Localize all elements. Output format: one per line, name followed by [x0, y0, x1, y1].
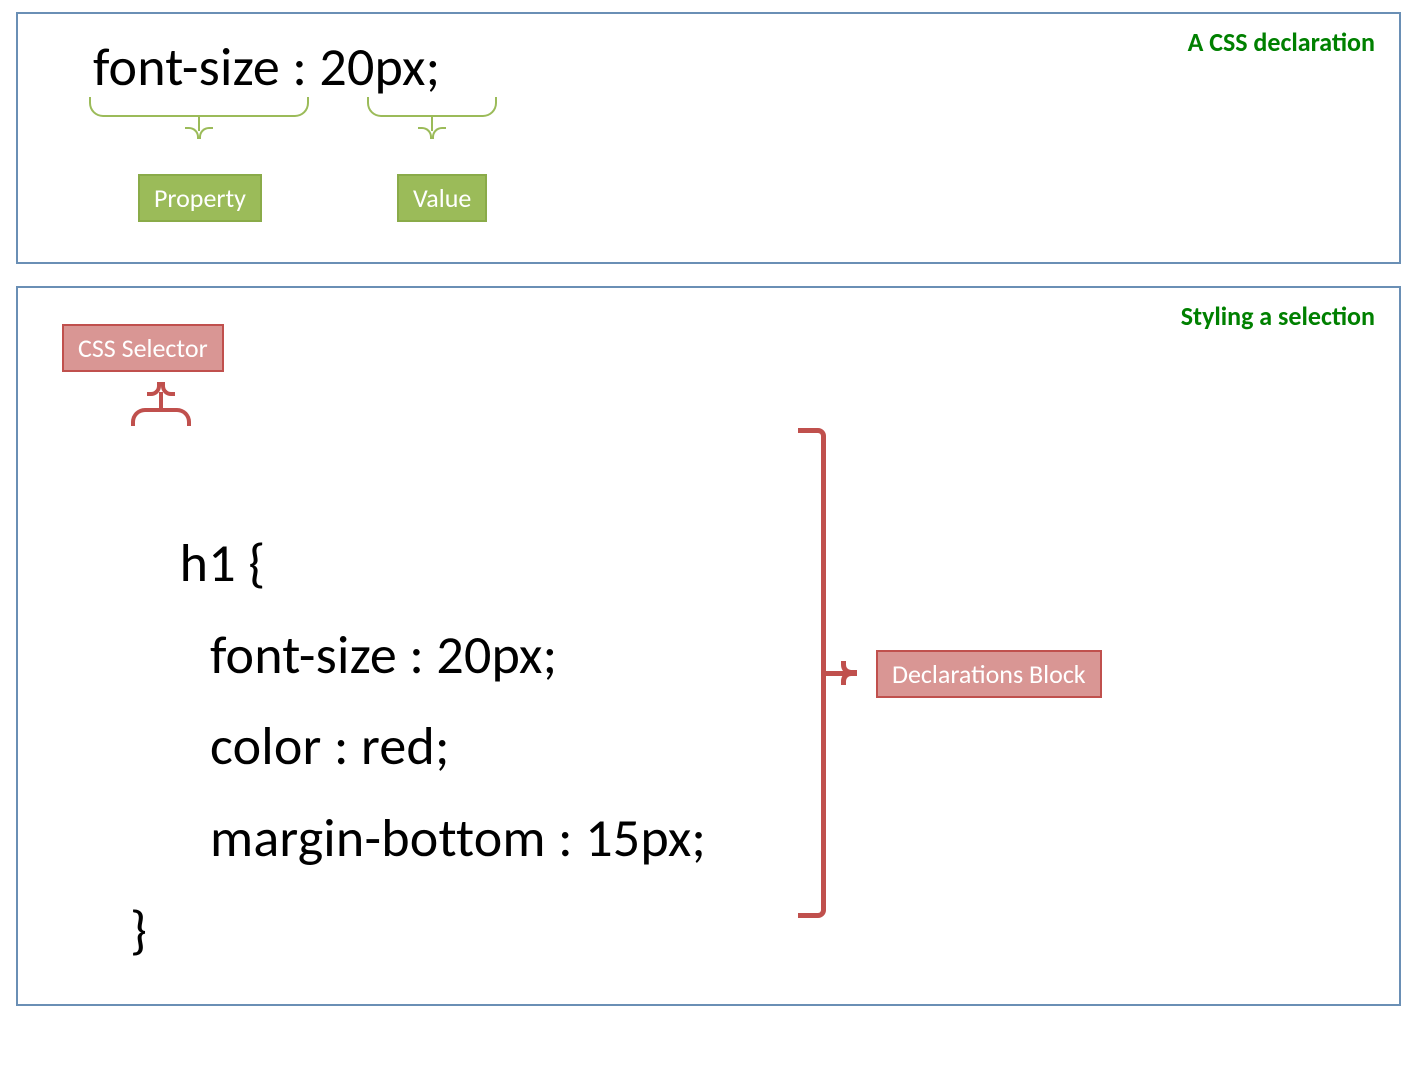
label-value: Value: [397, 174, 487, 222]
close-brace: }: [130, 897, 147, 963]
label-property: Property: [138, 174, 262, 222]
label-declarations-block: Declarations Block: [876, 650, 1102, 698]
brace-property-icon: [89, 97, 309, 117]
panel-title-css-declaration: A CSS declaration: [1188, 26, 1375, 58]
brace-value-icon: [367, 97, 497, 117]
brace-selector-icon: [131, 408, 191, 426]
declaration-line-2: color : red;: [130, 701, 706, 793]
selector-text: h1 {: [180, 530, 266, 596]
declaration-code: font-size : 20px;: [93, 34, 440, 100]
panel-styling-selection: Styling a selection CSS Selector h1 { fo…: [16, 286, 1401, 1006]
panel-css-declaration: A CSS declaration font-size : 20px; Prop…: [16, 12, 1401, 264]
css-rule-code: h1 { font-size : 20px;color : red;margin…: [130, 426, 706, 1069]
bracket-declarations-block-icon: [798, 428, 826, 918]
declaration-line-1: font-size : 20px;: [130, 610, 706, 702]
panel-title-styling-selection: Styling a selection: [1181, 300, 1375, 332]
declaration-line-3: margin-bottom : 15px;: [130, 793, 706, 885]
label-css-selector: CSS Selector: [62, 324, 224, 372]
